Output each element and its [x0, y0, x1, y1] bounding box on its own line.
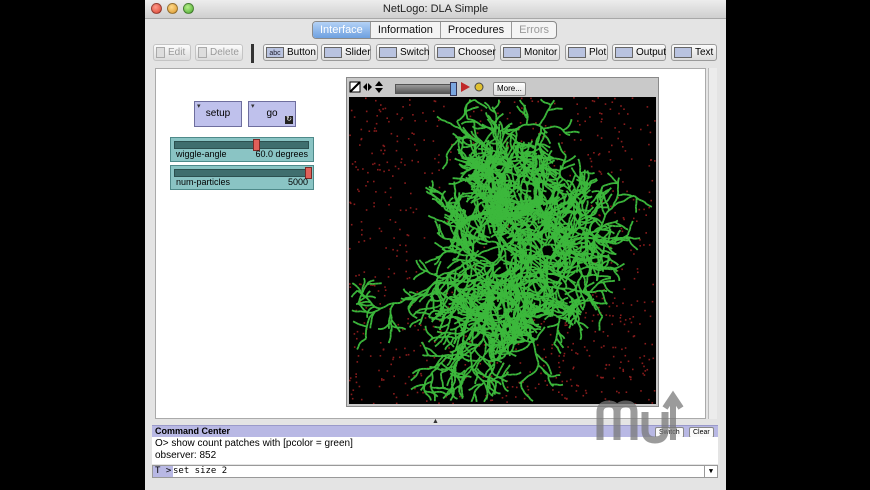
- add-slider-tool[interactable]: Slider: [321, 44, 371, 61]
- trash-icon: [198, 46, 207, 58]
- edit-label: Edit: [168, 47, 186, 58]
- setup-label: setup: [205, 108, 231, 119]
- view-control-icons: [349, 81, 383, 93]
- output-widget-icon: [615, 46, 633, 58]
- go-button[interactable]: ▾ go ↻: [248, 101, 296, 127]
- monitor-tool-label: Monitor: [524, 47, 558, 58]
- forever-icon: ↻: [285, 116, 293, 124]
- vertical-scrollbar[interactable]: [708, 68, 717, 419]
- world-canvas[interactable]: [349, 97, 656, 404]
- add-plot-tool[interactable]: Plot: [565, 44, 608, 61]
- add-text-tool[interactable]: Text: [671, 44, 717, 61]
- add-chooser-tool[interactable]: Chooser: [434, 44, 496, 61]
- history-dropdown-icon[interactable]: ▼: [704, 466, 717, 477]
- command-input[interactable]: T > set size 2 ▼: [152, 465, 718, 478]
- toolbar-divider: [251, 44, 254, 63]
- speed-icons: [461, 82, 484, 92]
- view-controls: More...: [349, 80, 656, 96]
- add-monitor-tool[interactable]: Monitor: [500, 44, 560, 61]
- agent-selector[interactable]: T >: [153, 466, 174, 477]
- setup-button[interactable]: ▾ setup: [194, 101, 242, 127]
- tab-procedures[interactable]: Procedures: [441, 22, 513, 38]
- command-center-title: Command Center: [155, 426, 231, 436]
- switch-tool-label: Switch: [400, 47, 430, 58]
- speed-knob[interactable]: [450, 82, 458, 96]
- slider-tool-label: Slider: [345, 47, 371, 58]
- tab-interface[interactable]: Interface: [313, 22, 371, 38]
- text-widget-icon: [674, 46, 692, 58]
- slider-value: 5000: [287, 177, 308, 187]
- tab-information[interactable]: Information: [371, 22, 441, 38]
- slider-value: 60.0 degrees: [255, 149, 308, 159]
- wiggle-angle-slider[interactable]: wiggle-angle 60.0 degrees: [170, 137, 314, 162]
- plot-widget-icon: [568, 46, 586, 58]
- command-input-text[interactable]: set size 2: [173, 466, 227, 477]
- plot-tool-label: Plot: [589, 47, 607, 58]
- edit-button[interactable]: Edit: [153, 44, 191, 61]
- go-label: go: [266, 108, 278, 119]
- move-left-icon[interactable]: [363, 83, 367, 91]
- interface-canvas[interactable]: ▾ setup ▾ go ↻ wiggle-angle 60.0 degrees…: [155, 68, 706, 419]
- button-widget-icon: abc: [266, 46, 284, 58]
- observer-icon: ▾: [251, 103, 255, 110]
- window-title: NetLogo: DLA Simple: [382, 3, 489, 15]
- interface-toolbar: Edit Delete abc Button Slider Switch Choo…: [145, 40, 726, 68]
- monitor-widget-icon: [503, 46, 521, 58]
- add-button-tool[interactable]: abc Button: [263, 44, 318, 61]
- update-icon[interactable]: [474, 82, 484, 92]
- title-bar[interactable]: NetLogo: DLA Simple: [145, 0, 726, 19]
- move-up-icon[interactable]: [375, 81, 383, 86]
- add-switch-tool[interactable]: Switch: [376, 44, 429, 61]
- button-tool-label: Button: [287, 47, 316, 58]
- delete-button[interactable]: Delete: [195, 44, 243, 61]
- move-down-icon[interactable]: [375, 88, 383, 93]
- chooser-tool-label: Chooser: [458, 47, 496, 58]
- watermark-logo: [596, 390, 684, 444]
- observer-icon: ▾: [197, 103, 201, 110]
- output-tool-label: Output: [636, 47, 667, 58]
- world-view: More...: [346, 77, 659, 407]
- output-line: observer: 852: [155, 450, 217, 461]
- pencil-icon: [156, 46, 165, 58]
- switch-widget-icon: [379, 46, 397, 58]
- tab-bar: Interface Information Procedures Errors: [312, 21, 558, 39]
- slider-track[interactable]: [174, 169, 309, 177]
- slider-track[interactable]: [174, 141, 309, 149]
- more-button[interactable]: More...: [493, 82, 526, 96]
- tab-errors[interactable]: Errors: [512, 22, 556, 38]
- slider-name: wiggle-angle: [176, 149, 227, 159]
- add-output-tool[interactable]: Output: [612, 44, 666, 61]
- chooser-widget-icon: [437, 46, 455, 58]
- slider-widget-icon: [324, 46, 342, 58]
- num-particles-slider[interactable]: num-particles 5000: [170, 165, 314, 190]
- move-right-icon[interactable]: [368, 83, 372, 91]
- slider-name: num-particles: [176, 177, 231, 187]
- play-icon[interactable]: [461, 82, 470, 92]
- speed-slider[interactable]: [395, 84, 456, 94]
- text-tool-label: Text: [695, 47, 714, 58]
- delete-label: Delete: [210, 47, 239, 58]
